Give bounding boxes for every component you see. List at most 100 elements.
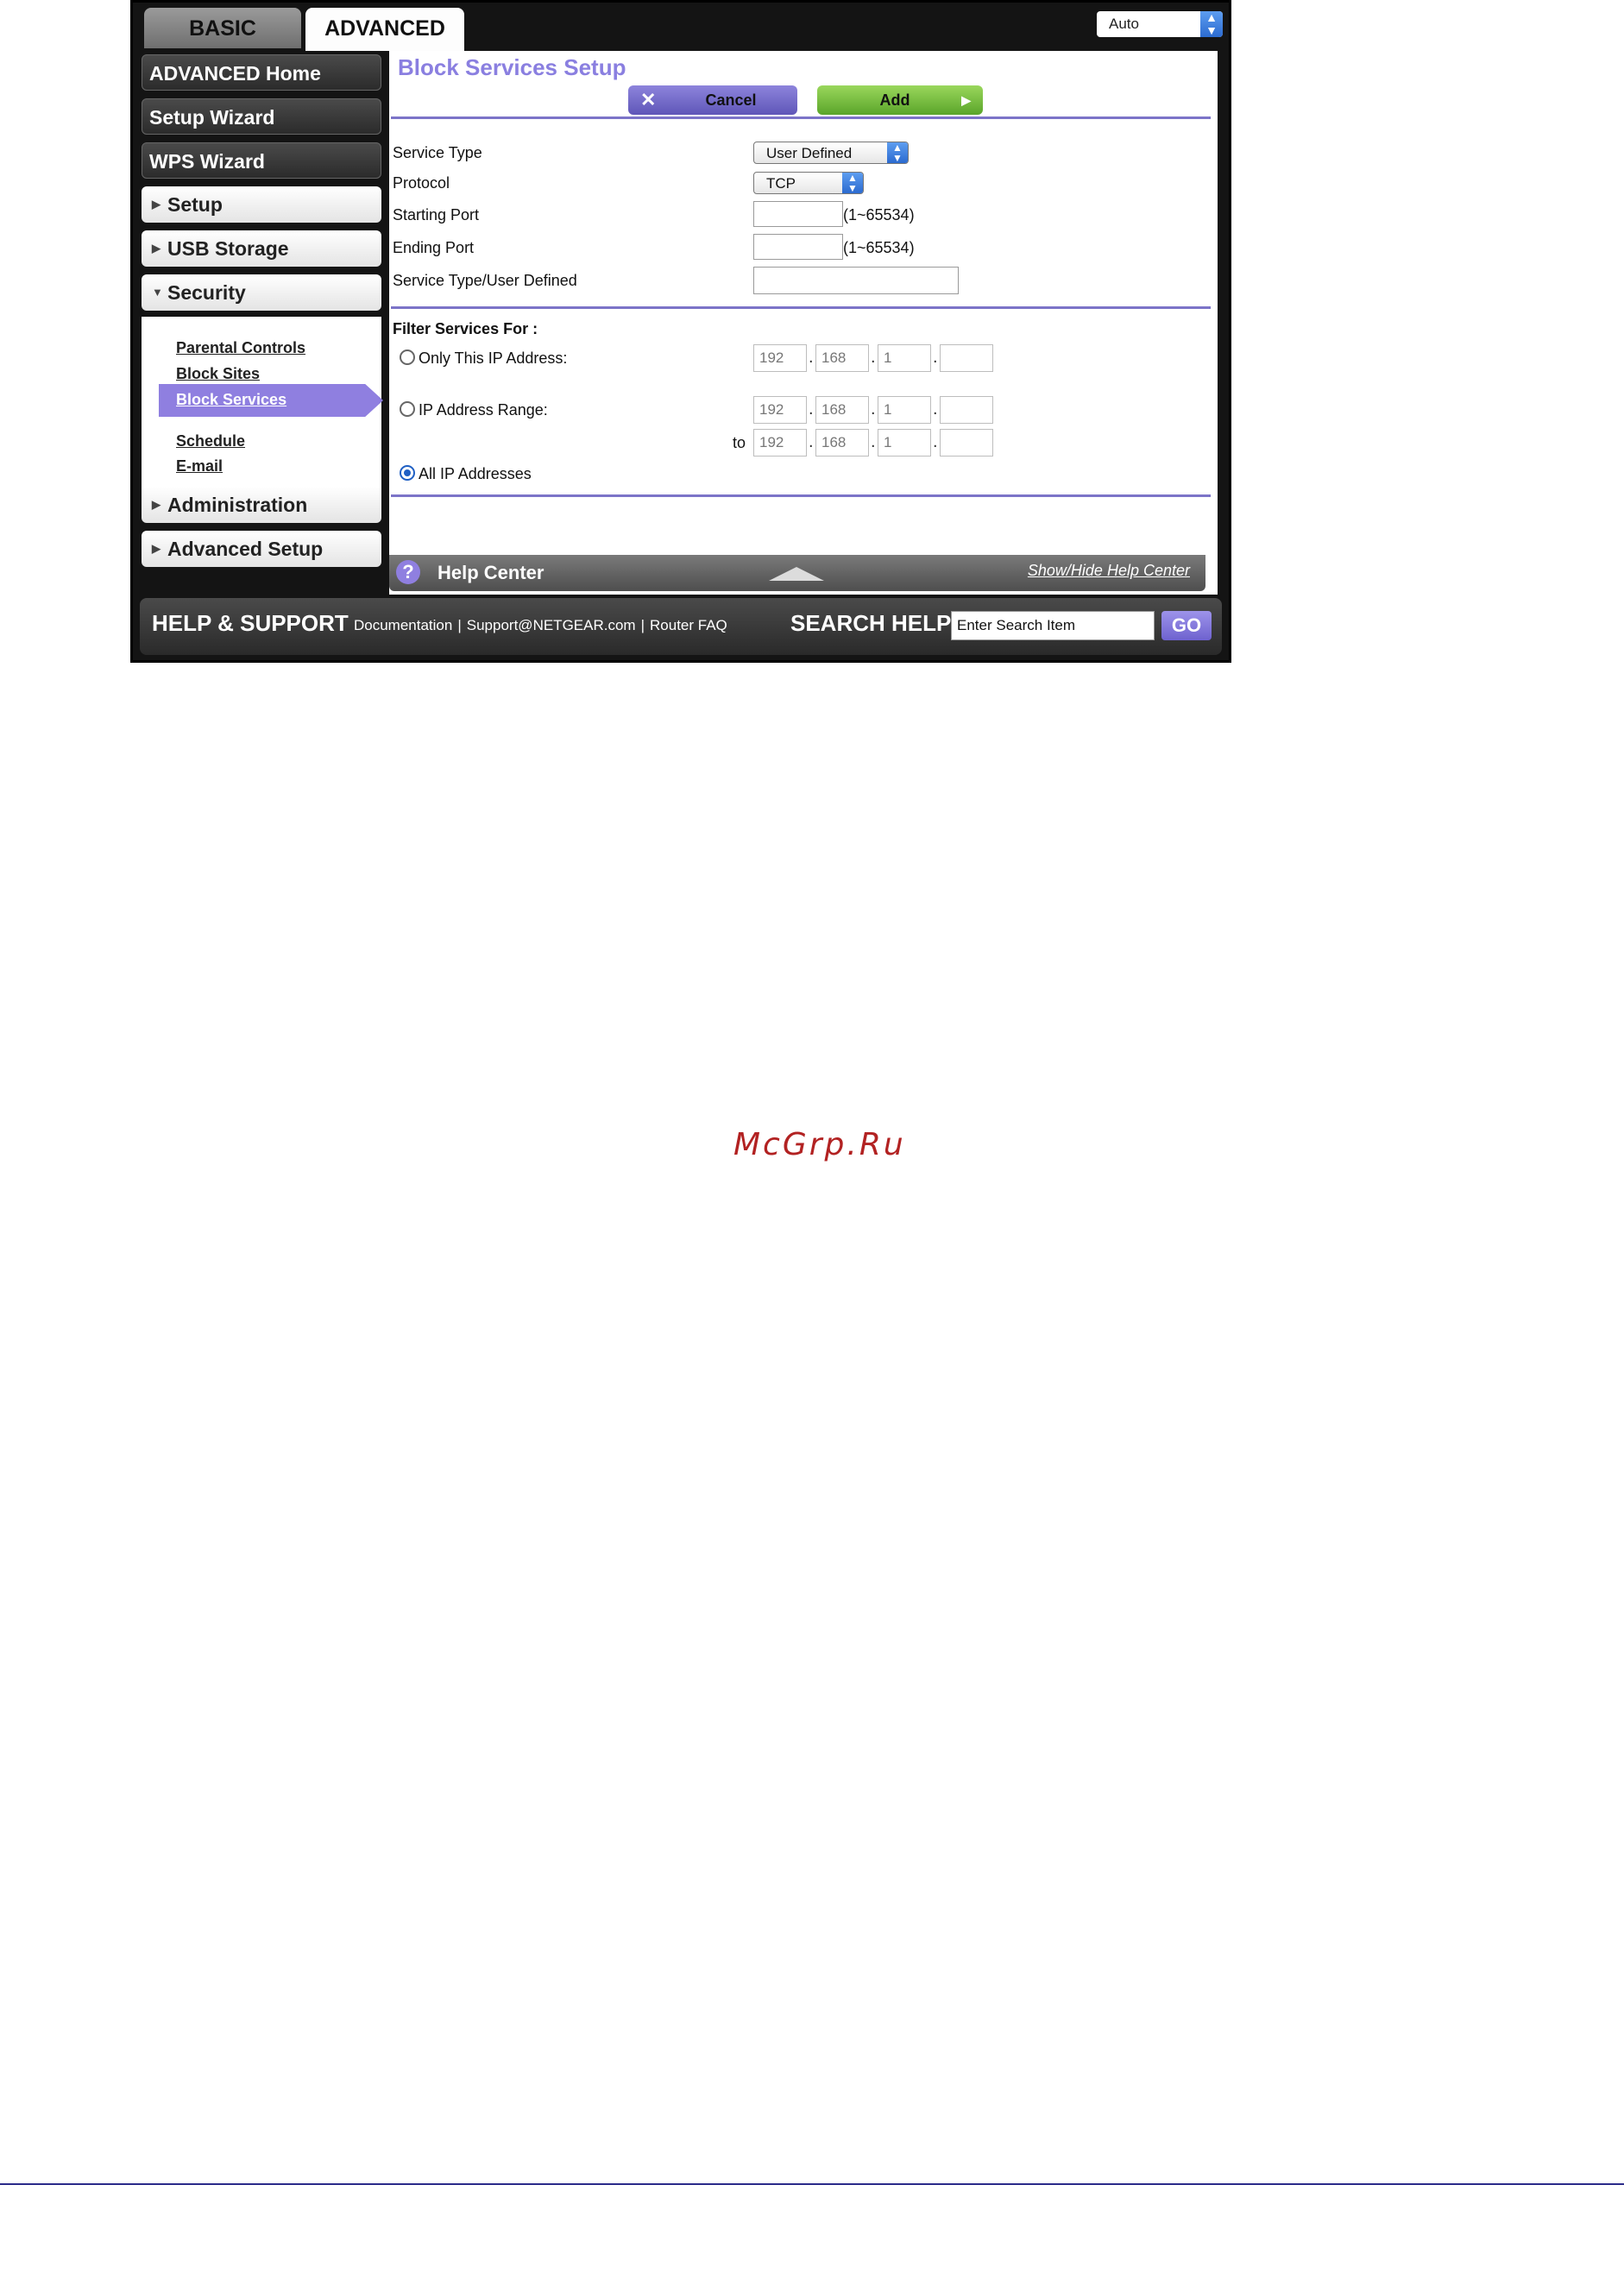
ip-range-radio[interactable] xyxy=(400,401,415,417)
ip-dot: . xyxy=(871,400,876,419)
help-support-title: HELP & SUPPORT xyxy=(152,610,349,636)
range-from-octet-4[interactable] xyxy=(940,396,993,424)
sidebar-item-wps-wizard[interactable]: WPS Wizard xyxy=(142,142,381,179)
documentation-link[interactable]: Documentation xyxy=(354,617,452,633)
ip-dot: . xyxy=(933,348,938,367)
triangle-right-icon: ▶ xyxy=(152,198,161,211)
select-arrows-icon: ▲ ▼ xyxy=(842,173,863,193)
tab-advanced[interactable]: ADVANCED xyxy=(305,8,464,51)
range-to-octet-3[interactable]: 1 xyxy=(878,429,931,457)
help-center-title: Help Center xyxy=(437,562,544,583)
ip-dot: . xyxy=(871,348,876,367)
main-content: Block Services Setup ✕ Cancel Add ▶ Serv… xyxy=(389,51,1218,595)
router-admin-window: BASIC ADVANCED Auto ▲ ▼ ADVANCED Home Set… xyxy=(130,0,1231,663)
all-ip-radio[interactable] xyxy=(400,465,415,481)
go-button[interactable]: GO xyxy=(1161,611,1212,640)
range-from-octet-1[interactable]: 192 xyxy=(753,396,807,424)
sidebar-subitem-label: Block Services xyxy=(176,391,287,408)
triangle-down-icon: ▼ xyxy=(152,286,163,299)
add-button[interactable]: Add ▶ xyxy=(817,85,983,115)
triangle-right-icon: ▶ xyxy=(152,242,161,255)
ip-dot: . xyxy=(933,432,938,451)
sidebar-item-label: Administration xyxy=(167,494,308,516)
only-ip-radio[interactable] xyxy=(400,349,415,365)
range-from-octet-2[interactable]: 168 xyxy=(815,396,869,424)
sidebar-subitem-parental-controls[interactable]: Parental Controls xyxy=(176,339,305,357)
sidebar-subitem-schedule[interactable]: Schedule xyxy=(176,432,245,450)
language-select[interactable]: Auto ▲ ▼ xyxy=(1097,11,1223,37)
link-separator: | xyxy=(457,617,462,633)
range-to-octet-1[interactable]: 192 xyxy=(753,429,807,457)
help-center-bar[interactable]: ? Help Center Show/Hide Help Center xyxy=(389,555,1205,591)
help-question-icon: ? xyxy=(396,560,420,584)
divider xyxy=(391,494,1211,497)
service-type-value: User Defined xyxy=(766,145,853,161)
service-type-select[interactable]: User Defined ▲ ▼ xyxy=(753,142,909,164)
ending-port-range: (1~65534) xyxy=(843,239,915,256)
sidebar-item-setup[interactable]: ▶ Setup xyxy=(142,186,381,223)
sidebar-item-administration[interactable]: ▶ Administration xyxy=(142,487,381,523)
watermark-text: McGrp.Ru xyxy=(733,1127,906,1162)
sidebar-item-label: Advanced Setup xyxy=(167,538,324,560)
page-title: Block Services Setup xyxy=(398,54,626,80)
starting-port-range: (1~65534) xyxy=(843,206,915,224)
select-arrows-icon: ▲ ▼ xyxy=(1200,11,1223,37)
arrow-right-icon: ▶ xyxy=(961,93,971,107)
user-defined-input[interactable] xyxy=(753,267,959,294)
filter-heading: Filter Services For : xyxy=(393,320,538,337)
ip-dot: . xyxy=(871,432,876,451)
range-from-octet-3[interactable]: 1 xyxy=(878,396,931,424)
ending-port-label: Ending Port xyxy=(393,239,475,256)
only-ip-octet-2[interactable]: 168 xyxy=(815,344,869,372)
divider xyxy=(391,306,1211,309)
only-ip-octet-3[interactable]: 1 xyxy=(878,344,931,372)
sidebar-item-advanced-setup[interactable]: ▶ Advanced Setup xyxy=(142,531,381,567)
range-to-label: to xyxy=(733,434,746,451)
cancel-label: Cancel xyxy=(705,91,757,109)
ending-port-input[interactable] xyxy=(753,234,843,260)
sidebar-item-label: Security xyxy=(167,281,246,304)
user-defined-label: Service Type/User Defined xyxy=(393,272,577,289)
router-faq-link[interactable]: Router FAQ xyxy=(650,617,727,633)
ip-dot: . xyxy=(809,432,814,451)
only-ip-octet-4[interactable] xyxy=(940,344,993,372)
protocol-select[interactable]: TCP ▲ ▼ xyxy=(753,172,864,194)
protocol-label: Protocol xyxy=(393,174,450,192)
support-email-link[interactable]: Support@NETGEAR.com xyxy=(467,617,636,633)
protocol-value: TCP xyxy=(766,175,796,192)
ip-range-label: IP Address Range: xyxy=(419,401,548,419)
service-type-label: Service Type xyxy=(393,144,482,161)
sidebar-item-security[interactable]: ▼ Security xyxy=(142,274,381,311)
divider xyxy=(391,116,1211,119)
ip-dot: . xyxy=(933,400,938,419)
tab-basic[interactable]: BASIC xyxy=(144,8,301,48)
page-footer-rule xyxy=(0,2183,1624,2185)
sidebar-subitem-email[interactable]: E-mail xyxy=(176,457,223,475)
sidebar-subitem-block-sites[interactable]: Block Sites xyxy=(176,365,260,383)
language-select-value: Auto xyxy=(1109,16,1139,32)
starting-port-input[interactable] xyxy=(753,201,843,227)
add-label: Add xyxy=(879,91,910,109)
sidebar-item-setup-wizard[interactable]: Setup Wizard xyxy=(142,98,381,135)
search-help-title: SEARCH HELP xyxy=(790,610,952,636)
only-ip-label: Only This IP Address: xyxy=(419,349,568,367)
chevron-up-icon[interactable] xyxy=(769,567,824,581)
link-separator: | xyxy=(640,617,645,633)
sidebar-item-usb-storage[interactable]: ▶ USB Storage xyxy=(142,230,381,267)
range-to-octet-2[interactable]: 168 xyxy=(815,429,869,457)
ip-dot: . xyxy=(809,400,814,419)
show-hide-help-link[interactable]: Show/Hide Help Center xyxy=(1028,562,1190,580)
sidebar-item-label: USB Storage xyxy=(167,237,289,260)
range-to-octet-4[interactable] xyxy=(940,429,993,457)
starting-port-label: Starting Port xyxy=(393,206,480,224)
sidebar-subitem-block-services[interactable]: Block Services xyxy=(159,384,383,417)
help-support-footer: HELP & SUPPORT Documentation | Support@NET… xyxy=(140,598,1222,655)
close-icon: ✕ xyxy=(640,89,657,110)
search-help-input[interactable]: Enter Search Item xyxy=(951,611,1155,640)
sidebar-item-advanced-home[interactable]: ADVANCED Home xyxy=(142,54,381,91)
select-arrows-icon: ▲ ▼ xyxy=(887,142,908,163)
triangle-right-icon: ▶ xyxy=(152,542,161,555)
sidebar: ADVANCED Home Setup Wizard WPS Wizard ▶ … xyxy=(142,51,383,595)
only-ip-octet-1[interactable]: 192 xyxy=(753,344,807,372)
cancel-button[interactable]: ✕ Cancel xyxy=(628,85,797,115)
